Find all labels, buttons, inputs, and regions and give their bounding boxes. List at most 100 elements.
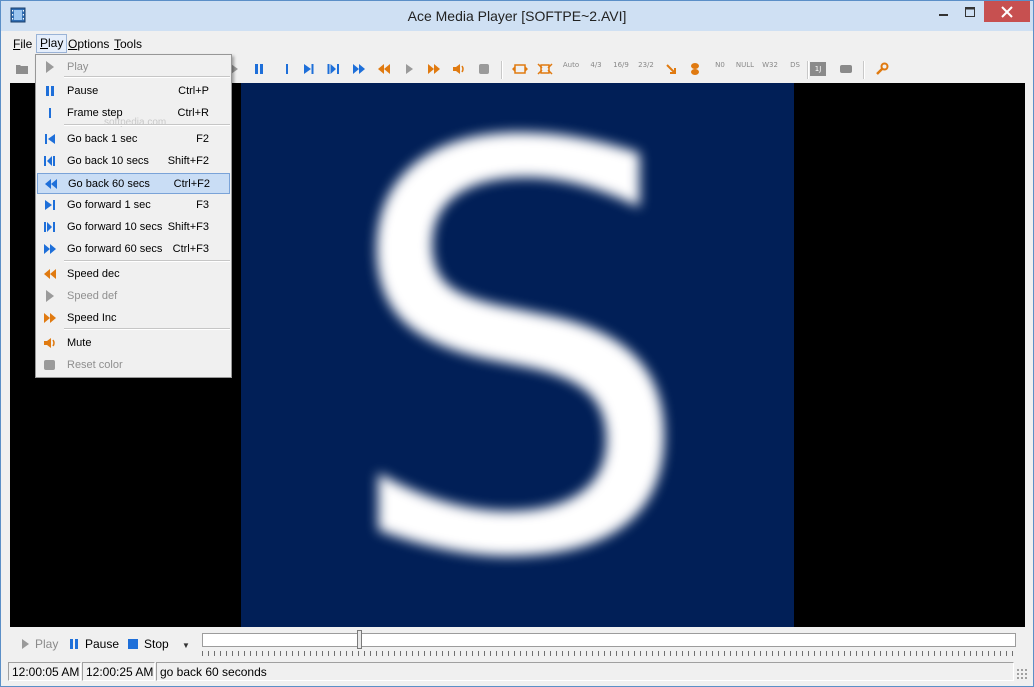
- info-icon: [840, 65, 852, 73]
- speed-inc-icon: [43, 311, 57, 325]
- skip-forward-icon: [43, 198, 57, 212]
- menu-play-label: lay: [48, 36, 64, 50]
- aspect-fit-button[interactable]: [535, 59, 555, 79]
- skip-forward-10-icon: [327, 64, 339, 74]
- seek-track[interactable]: [202, 633, 1016, 647]
- speed-def-button-tb[interactable]: [399, 59, 419, 79]
- aspect-auto-button[interactable]: Auto: [560, 61, 582, 77]
- menu-file[interactable]: File: [10, 35, 35, 53]
- menu-item-pause[interactable]: Pause Ctrl+P: [37, 81, 230, 102]
- speed-dec-button-tb[interactable]: [374, 59, 394, 79]
- open-file-button[interactable]: [12, 59, 32, 79]
- menu-item-shortcut: Ctrl+F2: [173, 178, 210, 190]
- mute-button-tb[interactable]: [449, 59, 469, 79]
- play-button[interactable]: Play: [20, 635, 58, 653]
- menu-item-go-forward-60-secs[interactable]: Go forward 60 secs Ctrl+F3: [37, 239, 230, 260]
- fast-forward-icon: [353, 64, 365, 74]
- pause-button[interactable]: Pause: [68, 635, 119, 653]
- chevron-down-icon[interactable]: ▼: [182, 641, 190, 650]
- menu-item-play: Play: [37, 57, 230, 78]
- menu-item-shortcut: Ctrl+P: [178, 85, 209, 97]
- menu-item-label: Go forward 10 secs: [67, 221, 163, 233]
- pause-button-tb[interactable]: [249, 59, 269, 79]
- menu-item-go-back-1-sec[interactable]: Go back 1 sec F2: [37, 129, 230, 150]
- aspect-stretch-button[interactable]: [510, 59, 530, 79]
- maximize-button[interactable]: [957, 1, 982, 22]
- speed-inc-button-tb[interactable]: [424, 59, 444, 79]
- menu-item-shortcut: F3: [196, 199, 209, 211]
- stop-icon: [128, 639, 138, 649]
- seek-ticks: [202, 651, 1016, 656]
- resize-grip[interactable]: [1016, 668, 1028, 680]
- audio-n0-button[interactable]: N0: [709, 61, 731, 77]
- menu-tools[interactable]: Tools: [111, 35, 145, 53]
- menu-item-label: Mute: [67, 337, 92, 349]
- menu-options[interactable]: Options: [65, 35, 112, 53]
- audio-ds-button[interactable]: DS: [784, 61, 806, 77]
- menu-item-frame-step[interactable]: Frame step Ctrl+R: [37, 103, 230, 124]
- aspect-23-2-button[interactable]: 23/2: [635, 61, 657, 77]
- close-icon: [1001, 5, 1013, 18]
- menu-item-shortcut: F2: [196, 133, 209, 145]
- forward-60-button-tb[interactable]: [349, 59, 369, 79]
- info-button[interactable]: [836, 59, 856, 79]
- seek-thumb[interactable]: [356, 630, 362, 649]
- pause-icon: [70, 639, 78, 649]
- menu-item-go-back-10-secs[interactable]: Go back 10 secs Shift+F2: [37, 151, 230, 172]
- reset-color-button-tb[interactable]: [474, 59, 494, 79]
- speed-def-icon: [406, 64, 413, 74]
- menu-item-mute[interactable]: Mute: [37, 333, 230, 354]
- skip-back-icon: [43, 132, 57, 146]
- equalizer-icon: [691, 63, 699, 75]
- wrench-icon: [876, 62, 889, 75]
- rewind-icon: [44, 177, 58, 191]
- frame-step-icon: [43, 106, 57, 120]
- menu-item-speed-inc[interactable]: Speed Inc: [37, 308, 230, 329]
- aspect-16-9-button[interactable]: 16/9: [610, 61, 632, 77]
- mute-icon: [43, 336, 57, 350]
- audio-w32-button[interactable]: W32: [759, 61, 781, 77]
- status-bar: 12:00:05 AM 12:00:25 AM go back 60 secon…: [8, 662, 1028, 682]
- app-window: Ace Media Player [SOFTPE~2.AVI] File Pla…: [0, 0, 1034, 687]
- menu-item-label: Go back 10 secs: [67, 155, 149, 167]
- pause-icon: [43, 84, 57, 98]
- menu-item-go-forward-10-secs[interactable]: Go forward 10 secs Shift+F3: [37, 217, 230, 238]
- maximize-icon: [964, 6, 975, 17]
- status-message: go back 60 seconds: [156, 662, 1014, 681]
- reset-color-icon: [479, 64, 489, 74]
- window-title: Ace Media Player [SOFTPE~2.AVI]: [407, 8, 627, 24]
- frame-step-button-tb[interactable]: [277, 59, 297, 79]
- menu-item-go-forward-1-sec[interactable]: Go forward 1 sec F3: [37, 195, 230, 216]
- menu-bar: File Play Options Tools: [1, 33, 1033, 53]
- play-button-label: Play: [35, 637, 59, 651]
- menu-item-label: Go forward 1 sec: [67, 199, 151, 211]
- equalizer-button[interactable]: [685, 59, 705, 79]
- menu-item-speed-dec[interactable]: Speed dec: [37, 264, 230, 285]
- screenshot-button[interactable]: [661, 59, 681, 79]
- subtitle-button[interactable]: 1J: [810, 62, 826, 76]
- status-total-time: 12:00:25 AM: [82, 662, 155, 681]
- forward-10-button-tb[interactable]: [324, 59, 344, 79]
- forward-1-button-tb[interactable]: [299, 59, 319, 79]
- menu-play-mnemonic: P: [40, 36, 49, 50]
- close-button[interactable]: [984, 1, 1030, 22]
- minimize-button[interactable]: [931, 1, 956, 22]
- menu-play[interactable]: Play: [36, 34, 68, 53]
- stop-button[interactable]: Stop: [127, 635, 169, 653]
- title-bar[interactable]: Ace Media Player [SOFTPE~2.AVI]: [1, 1, 1033, 31]
- aspect-4-3-button[interactable]: 4/3: [585, 61, 607, 77]
- menu-item-label: Frame step: [67, 107, 123, 119]
- skip-forward-10-icon: [43, 220, 57, 234]
- menu-item-go-back-60-secs[interactable]: Go back 60 secs Ctrl+F2: [37, 173, 230, 194]
- toolbar-separator: [863, 61, 865, 79]
- fast-forward-icon: [43, 242, 57, 256]
- toolbar-separator: [807, 61, 809, 79]
- menu-item-shortcut: Ctrl+R: [177, 107, 209, 119]
- pause-icon: [255, 64, 263, 74]
- skip-back-10-icon: [43, 154, 57, 168]
- reset-color-icon: [43, 358, 57, 372]
- seek-bar[interactable]: [199, 630, 1019, 658]
- settings-button[interactable]: [872, 59, 892, 79]
- audio-null-button[interactable]: NULL: [734, 61, 756, 77]
- menu-item-shortcut: Shift+F3: [167, 221, 209, 233]
